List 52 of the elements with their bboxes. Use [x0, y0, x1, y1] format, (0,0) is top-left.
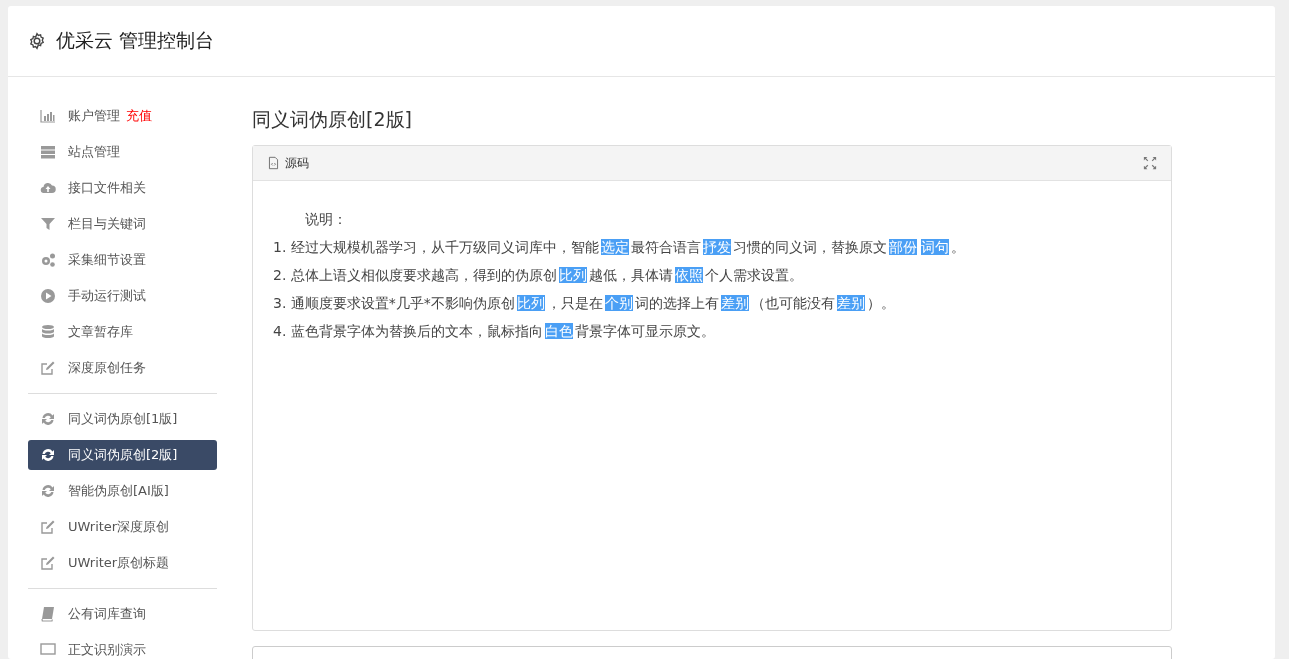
instruction-text: 1. 经过大规模机器学习，从千万级同义词库中，智能 [273, 239, 599, 255]
nav-item[interactable]: 深度原创任务 [28, 353, 217, 383]
instruction-text: 最符合语言 [630, 239, 701, 255]
nav-item[interactable]: 同义词伪原创[2版] [28, 440, 217, 470]
instruction-text: 越低，具体请 [588, 267, 673, 283]
source-file-icon [267, 156, 280, 170]
database-icon [40, 324, 56, 340]
refresh-icon [40, 447, 56, 463]
refresh-icon [40, 411, 56, 427]
book-icon [40, 606, 56, 622]
edit-icon [40, 519, 56, 535]
nav-item[interactable]: 采集细节设置 [28, 245, 217, 275]
instruction-text: ，只是在 [546, 295, 603, 311]
instruction-text: 3. 通顺度要求设置*几乎*不影响伪原创 [273, 295, 515, 311]
monitor-icon [40, 642, 56, 658]
nav-item[interactable]: 正文识别演示 [28, 635, 217, 659]
expand-icon[interactable] [1143, 156, 1157, 170]
page-title: 同义词伪原创[2版] [252, 107, 413, 132]
cloud-upload-icon [40, 180, 56, 196]
instruction-text: ）。 [866, 295, 895, 311]
instruction-text: （也可能没有 [750, 295, 835, 311]
nav-item[interactable]: 接口文件相关 [28, 173, 217, 203]
server-icon [40, 144, 56, 160]
bar-chart-icon [40, 108, 56, 124]
refresh-icon [40, 483, 56, 499]
instruction-text: 个人需求设置。 [704, 267, 803, 283]
instruction-text: 。 [950, 239, 965, 255]
instruction-text: 2. 总体上语义相似度要求越高，得到的伪原创 [273, 267, 557, 283]
gear-icon [28, 32, 46, 50]
instruction-text: 4. 蓝色背景字体为替换后的文本，鼠标指向 [273, 323, 543, 339]
nav-item[interactable]: 智能伪原创[AI版] [28, 476, 217, 506]
instruction-text: 习惯的同义词，替换原文 [732, 239, 887, 255]
nav-item[interactable]: 账户管理 充值 [28, 101, 217, 131]
instructions-heading: 说明： [304, 210, 348, 229]
source-button[interactable]: 源码 [267, 154, 309, 172]
nav-item[interactable]: UWriter原创标题 [28, 548, 217, 578]
filter-icon [40, 216, 56, 232]
edit-icon [40, 360, 56, 376]
nav-item[interactable]: 同义词伪原创[1版] [28, 404, 217, 434]
nav-item[interactable]: 文章暂存库 [28, 317, 217, 347]
instruction-text: 词的选择上有 [634, 295, 719, 311]
nav-item[interactable]: UWriter深度原创 [28, 512, 217, 542]
gears-icon [40, 252, 56, 268]
recharge-link[interactable]: 充值 [126, 107, 152, 125]
nav-item[interactable]: 站点管理 [28, 137, 217, 167]
console-title: 优采云 管理控制台 [56, 28, 215, 53]
edit-icon [40, 555, 56, 571]
nav-item[interactable]: 手动运行测试 [28, 281, 217, 311]
instruction-text: 背景字体可显示原文。 [574, 323, 715, 339]
nav-item[interactable]: 公有词库查询 [28, 599, 217, 629]
play-icon [40, 288, 56, 304]
nav-item[interactable]: 栏目与关键词 [28, 209, 217, 239]
